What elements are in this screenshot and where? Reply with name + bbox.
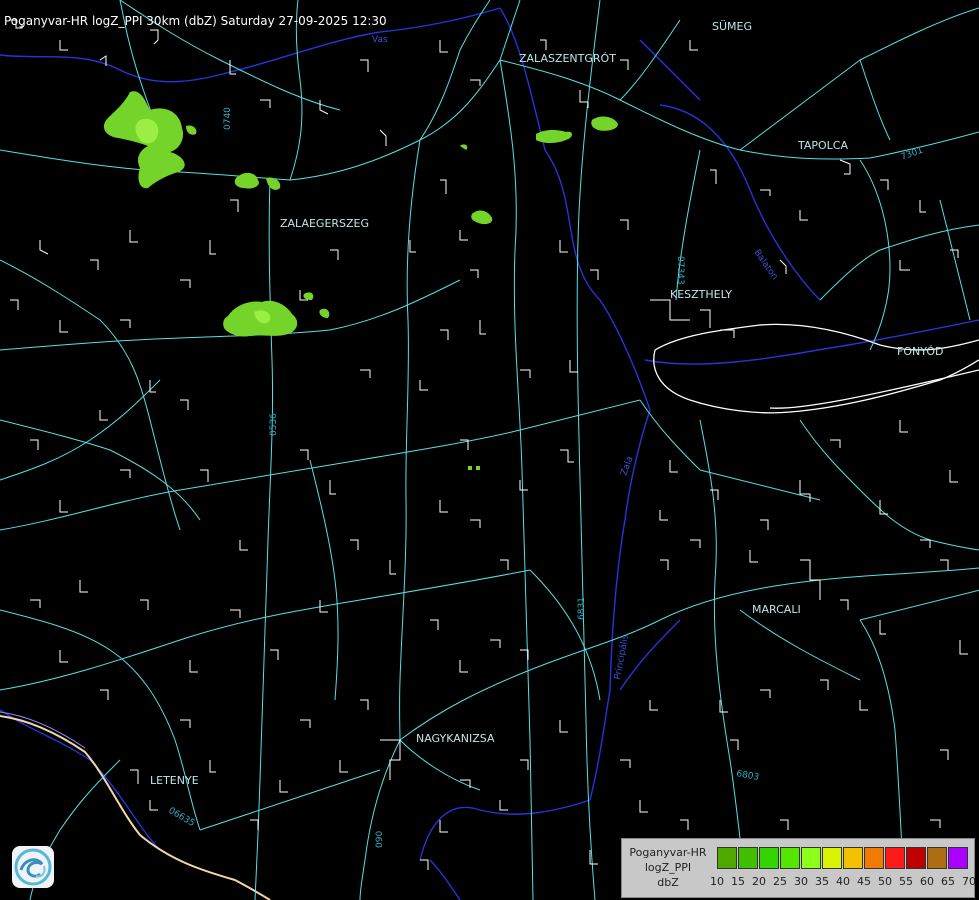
road-label-090: 090 [375, 831, 385, 848]
legend-tick-15: 15 [731, 875, 745, 888]
city-label-marcali: MARCALI [752, 603, 801, 616]
legend-tick-40: 40 [836, 875, 850, 888]
legend-swatch-40 [843, 847, 863, 869]
legend-swatch-65 [948, 847, 968, 869]
legend-tick-50: 50 [878, 875, 892, 888]
legend-swatch-25 [780, 847, 800, 869]
legend-tick-55: 55 [899, 875, 913, 888]
legend-swatch-20 [759, 847, 779, 869]
legend-swatch-15 [738, 847, 758, 869]
legend-swatch-30 [801, 847, 821, 869]
water-label-vas: Vas [372, 35, 388, 45]
legend-ticks: 10 15 20 25 30 35 40 45 50 55 60 65 70 [710, 875, 979, 889]
legend-tick-45: 45 [857, 875, 871, 888]
legend-tick-10: 10 [710, 875, 724, 888]
legend-title: Poganyvar-HR logZ_PPI dbZ [622, 845, 714, 890]
road-label-0740: 0740 [223, 107, 233, 130]
legend-swatch-55 [906, 847, 926, 869]
dbz-legend: Poganyvar-HR logZ_PPI dbZ 10 15 20 25 30 35 40… [621, 838, 976, 898]
legend-tick-60: 60 [920, 875, 934, 888]
city-label-sumeg: SÜMEG [712, 20, 752, 33]
road-label-6831: 6831 [577, 597, 587, 620]
legend-tick-70: 70 [962, 875, 976, 888]
road-label-0536: 0536 [269, 413, 279, 436]
city-label-zalaszentgrot: ZALASZENTGRÓT [519, 52, 616, 65]
legend-swatch-50 [885, 847, 905, 869]
map-title: Poganyvar-HR logZ_PPI 30km (dbZ) Saturda… [4, 14, 387, 28]
legend-tick-30: 30 [794, 875, 808, 888]
radar-logo-icon [12, 846, 54, 888]
legend-swatch-35 [822, 847, 842, 869]
city-label-fonyod: FONYÓD [897, 345, 943, 358]
city-label-nagykanizsa: NAGYKANIZSA [416, 732, 495, 745]
road-label-07343: 07343 [675, 256, 685, 285]
legend-tick-20: 20 [752, 875, 766, 888]
city-label-zalaegerszeg: ZALAEGERSZEG [280, 217, 369, 230]
legend-tick-35: 35 [815, 875, 829, 888]
city-label-keszthely: KESZTHELY [670, 288, 732, 301]
legend-swatch-60 [927, 847, 947, 869]
legend-color-bar [717, 847, 969, 869]
legend-tick-65: 65 [941, 875, 955, 888]
legend-title-unit: dbZ [657, 876, 679, 889]
legend-tick-25: 25 [773, 875, 787, 888]
legend-title-product: logZ_PPI [644, 861, 692, 874]
city-label-letenye: LETENYE [150, 774, 199, 787]
city-label-tapolca: TAPOLCA [797, 139, 848, 152]
legend-title-source: Poganyvar-HR [629, 846, 707, 859]
legend-swatch-10 [717, 847, 737, 869]
radar-map: Vas Zala Principális Balaton 0740 07343 … [0, 0, 979, 900]
legend-swatch-45 [864, 847, 884, 869]
